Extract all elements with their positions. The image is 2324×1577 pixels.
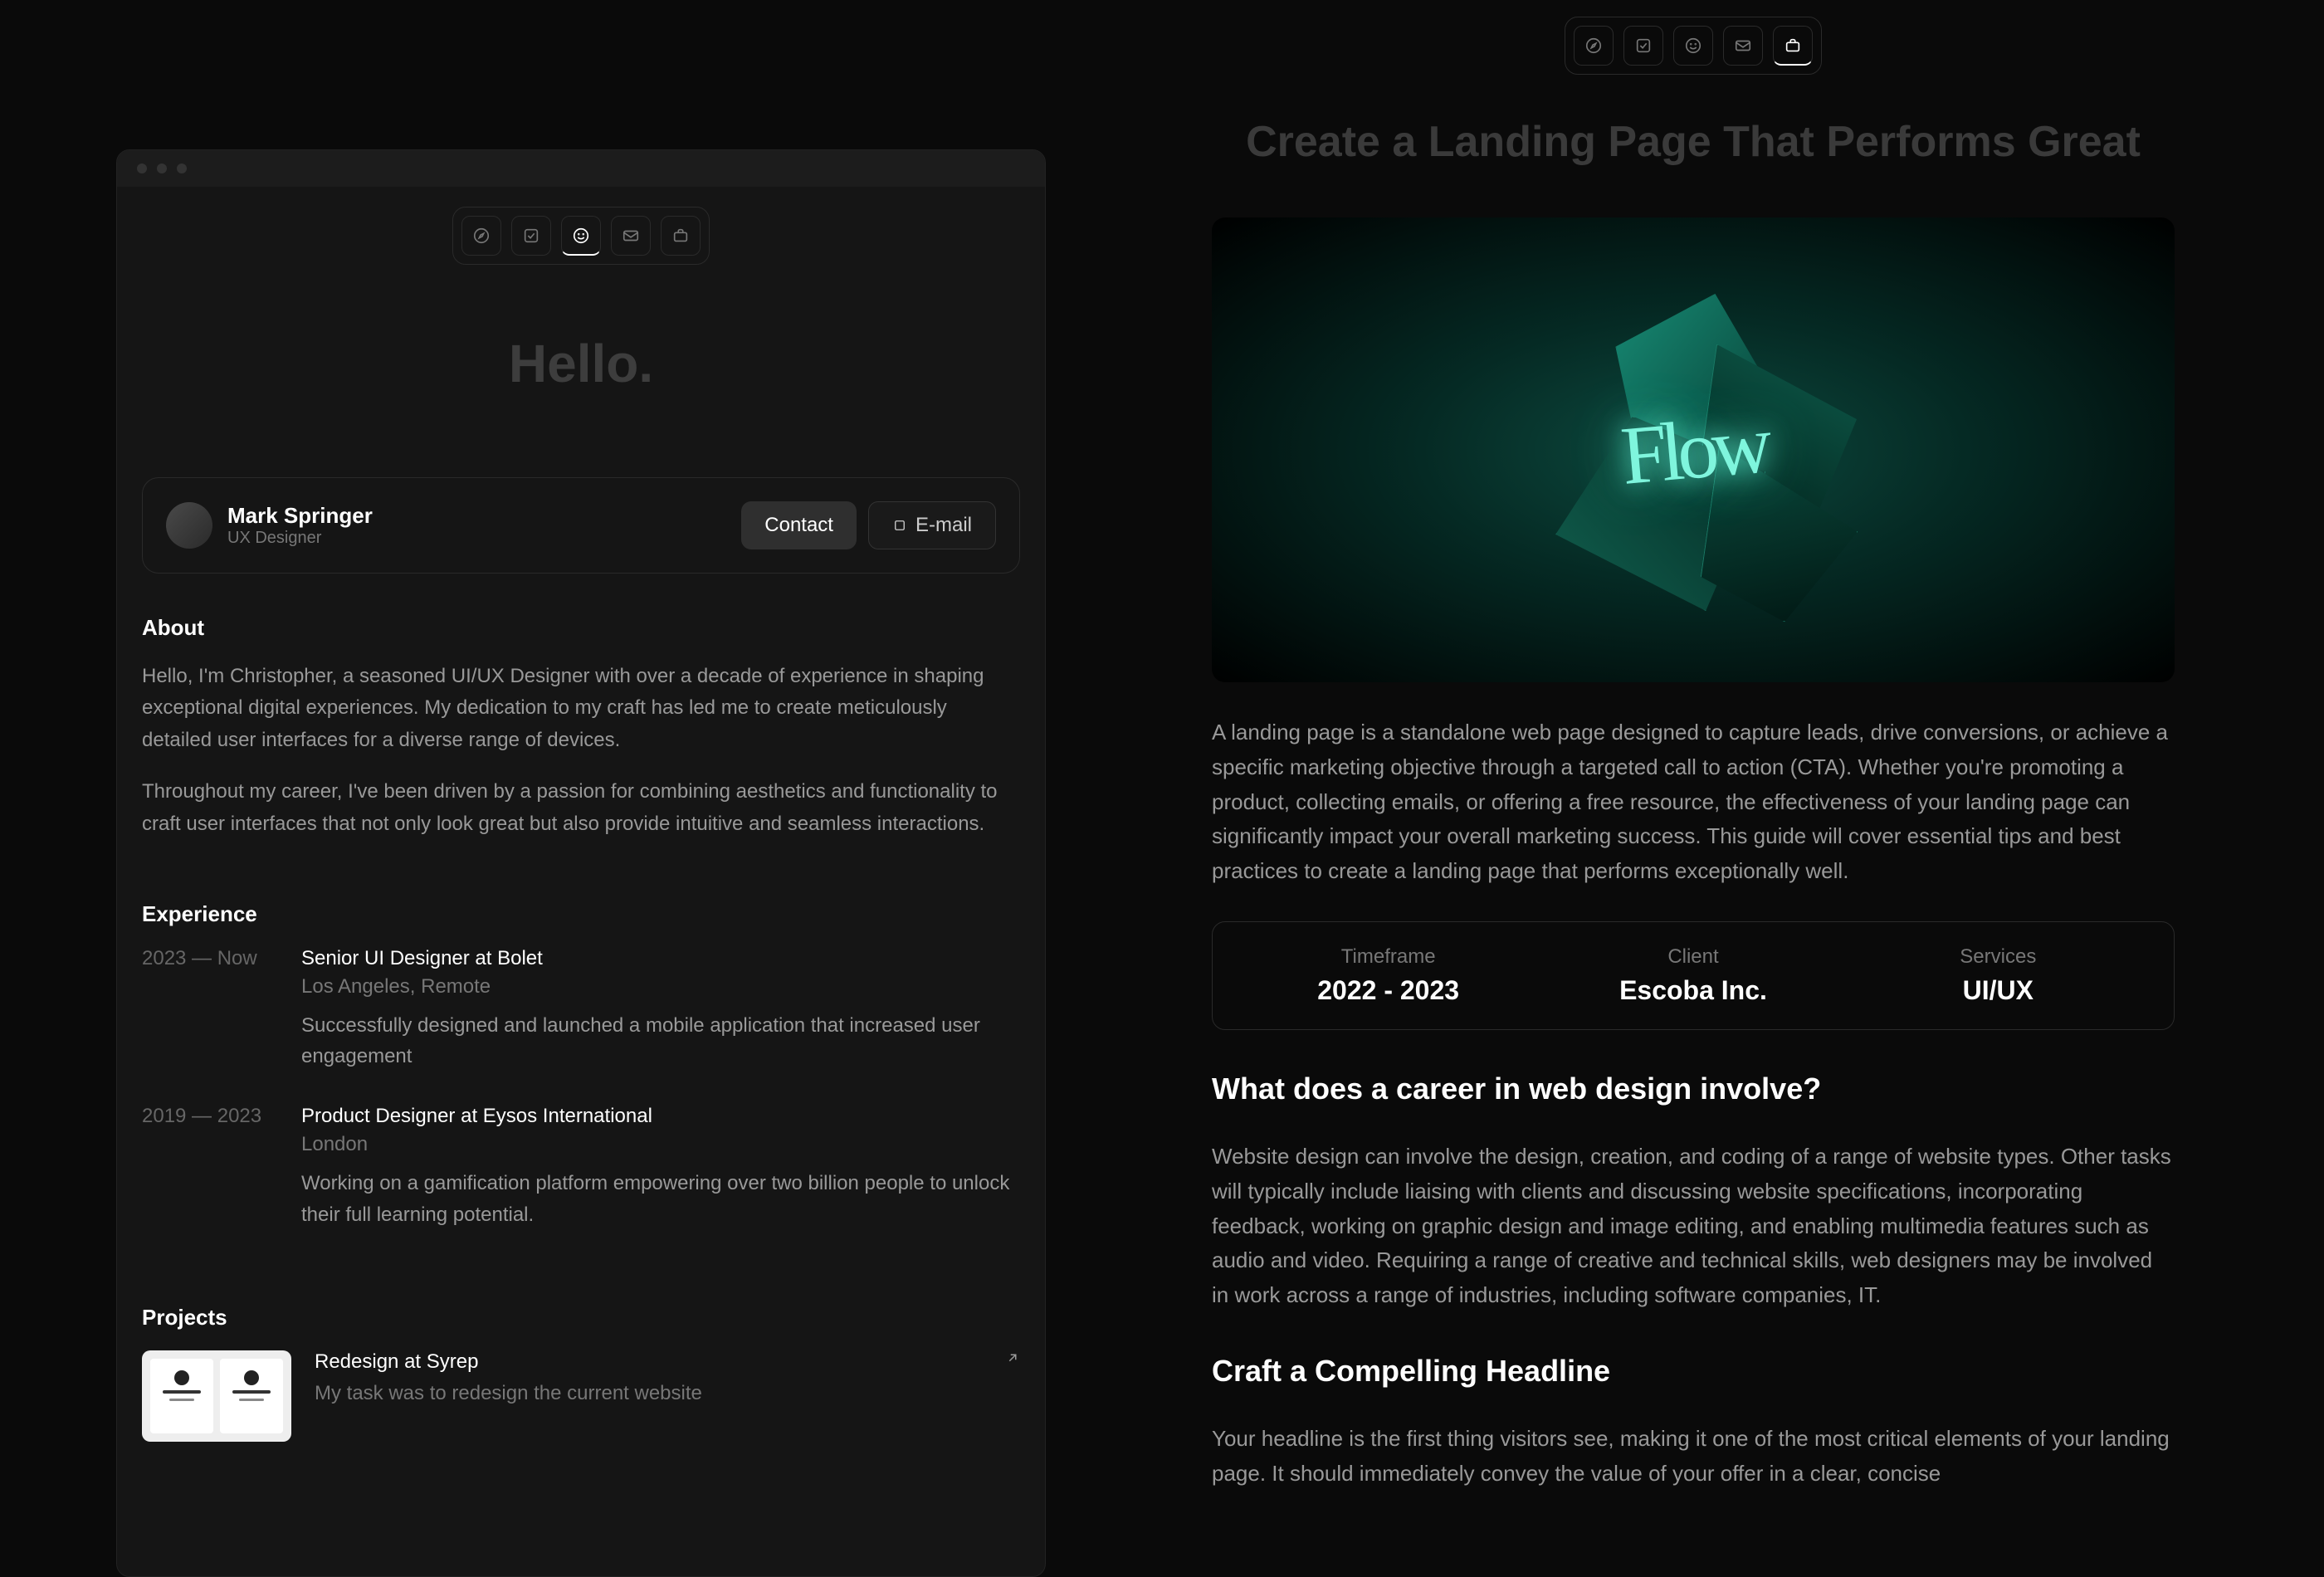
meta-card: Timeframe 2022 - 2023 Client Escoba Inc.… [1212, 921, 2175, 1030]
exp-title: Product Designer at Eysos International [301, 1105, 1020, 1128]
about-p2: Throughout my career, I've been driven b… [142, 776, 1020, 840]
experience-section: Experience 2023 — Now Senior UI Designer… [117, 860, 1045, 1230]
profile-info: Mark Springer UX Designer [227, 503, 373, 548]
browser-frame: Hello. Mark Springer UX Designer Contact… [116, 149, 1046, 1577]
avatar [166, 502, 212, 549]
nav-mail-icon[interactable] [1723, 26, 1763, 66]
left-panel: Hello. Mark Springer UX Designer Contact… [0, 0, 1162, 1577]
experience-item: 2019 — 2023 Product Designer at Eysos In… [142, 1105, 1020, 1229]
profile-role: UX Designer [227, 529, 373, 548]
exp-desc: Successfully designed and launched a mob… [301, 1010, 1020, 1072]
right-nav-container [1162, 0, 2224, 91]
exp-date: 2023 — Now [142, 947, 275, 1072]
exp-body: Product Designer at Eysos International … [301, 1105, 1020, 1229]
profile-actions: Contact E-mail [741, 501, 996, 549]
nav-briefcase-icon[interactable] [661, 216, 701, 256]
about-section: About Hello, I'm Christopher, a seasoned… [117, 574, 1045, 840]
right-panel: Create a Landing Page That Performs Grea… [1162, 0, 2324, 1577]
traffic-min[interactable] [157, 164, 167, 173]
meta-value: 2022 - 2023 [1236, 975, 1540, 1006]
hello-heading: Hello. [117, 333, 1045, 394]
exp-desc: Working on a gamification platform empow… [301, 1168, 1020, 1229]
project-item[interactable]: Redesign at Syrep My task was to redesig… [142, 1350, 1020, 1442]
meta-value: UI/UX [1846, 975, 2151, 1006]
projects-title: Projects [142, 1305, 1020, 1330]
profile-card: Mark Springer UX Designer Contact E-mail [142, 477, 1020, 574]
meta-label: Client [1540, 945, 1845, 969]
nav-check-icon[interactable] [1623, 26, 1663, 66]
section1-title: What does a career in web design involve… [1212, 1072, 2175, 1106]
nav-smile-icon[interactable] [1673, 26, 1713, 66]
section1-body: Website design can involve the design, c… [1212, 1140, 2175, 1312]
meta-value: Escoba Inc. [1540, 975, 1845, 1006]
experience-title: Experience [142, 901, 1020, 927]
nav-container [117, 187, 1045, 275]
contact-button[interactable]: Contact [741, 501, 857, 549]
nav-pill [452, 207, 710, 265]
meta-services: Services UI/UX [1846, 945, 2151, 1006]
exp-title: Senior UI Designer at Bolet [301, 947, 1020, 970]
nav-check-icon[interactable] [511, 216, 551, 256]
meta-label: Timeframe [1236, 945, 1540, 969]
project-title: Redesign at Syrep [315, 1350, 982, 1374]
experience-item: 2023 — Now Senior UI Designer at Bolet L… [142, 947, 1020, 1072]
projects-section: Projects Redesign at Syrep My task was t… [117, 1263, 1045, 1442]
about-title: About [142, 615, 1020, 641]
exp-body: Senior UI Designer at Bolet Los Angeles,… [301, 947, 1020, 1072]
section2-body: Your headline is the first thing visitor… [1212, 1422, 2175, 1491]
meta-label: Services [1846, 945, 2151, 969]
arrow-icon [1005, 1350, 1020, 1370]
article-intro: A landing page is a standalone web page … [1212, 715, 2175, 888]
traffic-close[interactable] [137, 164, 147, 173]
exp-location: London [301, 1133, 1020, 1156]
nav-smile-icon[interactable] [561, 216, 601, 256]
exp-date: 2019 — 2023 [142, 1105, 275, 1229]
traffic-max[interactable] [177, 164, 187, 173]
nav-briefcase-icon[interactable] [1773, 26, 1813, 66]
meta-timeframe: Timeframe 2022 - 2023 [1236, 945, 1540, 1006]
about-p1: Hello, I'm Christopher, a seasoned UI/UX… [142, 661, 1020, 756]
nav-compass-icon[interactable] [461, 216, 501, 256]
email-button[interactable]: E-mail [868, 501, 996, 549]
meta-client: Client Escoba Inc. [1540, 945, 1845, 1006]
exp-location: Los Angeles, Remote [301, 975, 1020, 998]
project-desc: My task was to redesign the current webs… [315, 1382, 982, 1405]
project-info: Redesign at Syrep My task was to redesig… [315, 1350, 982, 1405]
right-nav [1565, 17, 1822, 75]
email-button-label: E-mail [915, 514, 972, 537]
profile-name: Mark Springer [227, 503, 373, 529]
browser-topbar [117, 150, 1045, 187]
hero-text: Flow [1618, 397, 1770, 505]
section2-title: Craft a Compelling Headline [1212, 1354, 2175, 1389]
hero-image: Flow [1212, 217, 2175, 682]
project-thumbnail [142, 1350, 291, 1442]
article-content: Create a Landing Page That Performs Grea… [1162, 116, 2224, 1492]
nav-compass-icon[interactable] [1574, 26, 1614, 66]
nav-mail-icon[interactable] [611, 216, 651, 256]
article-title: Create a Landing Page That Performs Grea… [1212, 116, 2175, 168]
